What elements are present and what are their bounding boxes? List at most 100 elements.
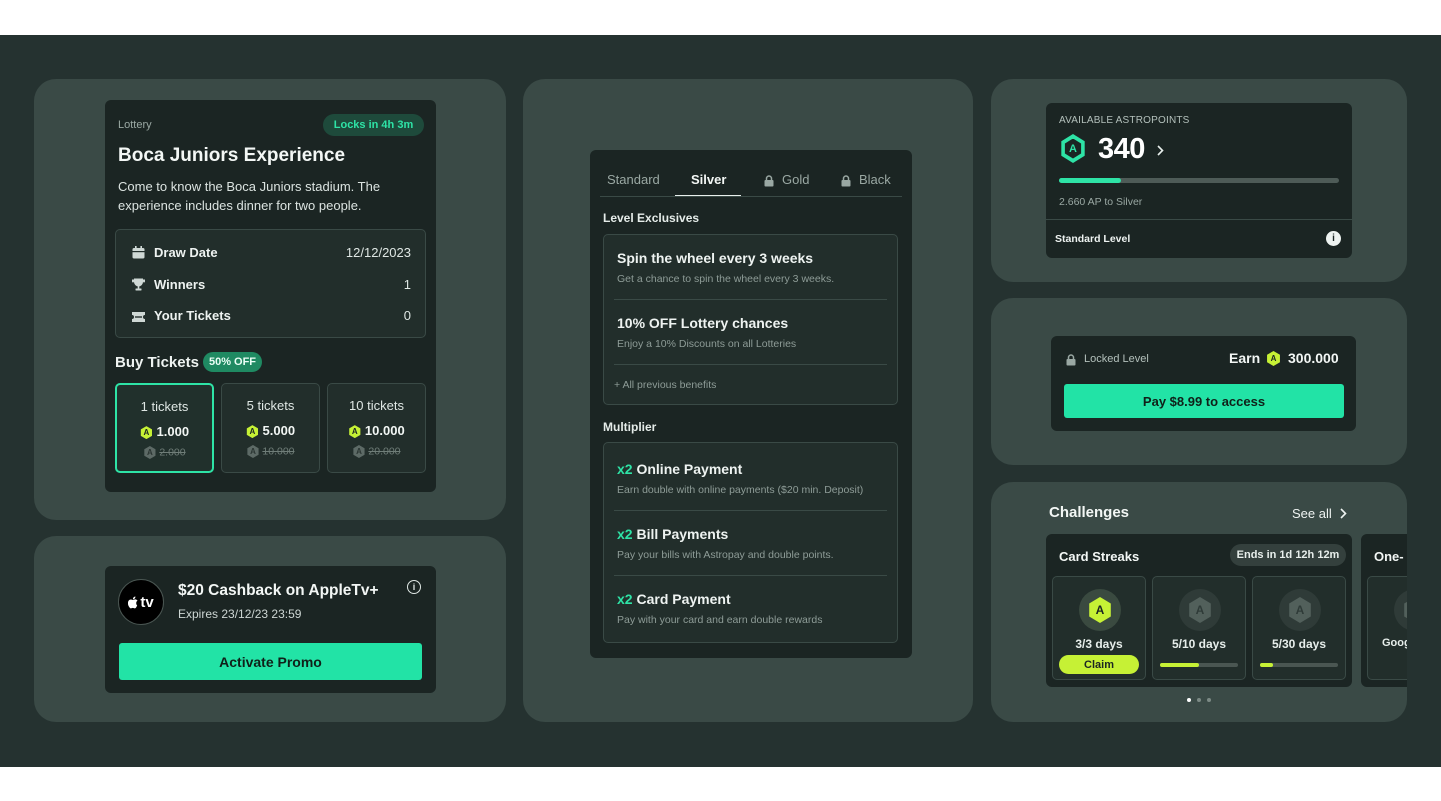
card-streaks-title: Card Streaks — [1059, 549, 1140, 564]
lock-icon — [841, 174, 851, 192]
multiplier-item: x2 Online Payment — [617, 461, 742, 477]
ticket-price: A 5.000 — [222, 423, 319, 439]
chevron-right-icon[interactable] — [1157, 143, 1164, 161]
streak-days: 3/3 days — [1075, 637, 1123, 651]
streak-progress-track — [1160, 663, 1238, 667]
ticket-old-price-value: 10.000 — [262, 445, 295, 458]
ticket-options: 1 tickets A 1.000 A 2.000 5 tickets A 5.… — [115, 383, 426, 473]
ends-badge: Ends in 1d 12h 12m — [1230, 544, 1346, 566]
promo-expiry: Expires 23/12/23 23:59 — [178, 607, 302, 621]
pagination-dot-active[interactable] — [1187, 698, 1191, 702]
streak-item[interactable]: A 5/30 days — [1252, 576, 1346, 680]
pay-access-button[interactable]: Pay $8.99 to access — [1064, 384, 1344, 418]
appletv-logo: tv — [118, 579, 164, 625]
points-label: AVAILABLE ASTROPOINTS — [1059, 115, 1190, 126]
detail-label-winners: Winners — [154, 277, 206, 292]
tab-black[interactable]: Black — [859, 172, 891, 187]
multiplier-item: x2 Bill Payments — [617, 526, 728, 542]
astropoint-badge-icon: A — [1061, 134, 1085, 163]
trophy-icon — [132, 278, 145, 291]
earn-value: 300.000 — [1288, 350, 1339, 366]
streak-days: 5/10 days — [1171, 637, 1227, 651]
divider — [614, 299, 887, 300]
streak-badge: A — [1279, 589, 1321, 631]
challenges-title: Challenges — [1049, 504, 1130, 521]
see-all-label: See all — [1292, 506, 1332, 521]
streak-item[interactable]: A Goog — [1367, 576, 1407, 680]
ticket-option-5[interactable]: 5 tickets A 5.000 A 10.000 — [221, 383, 320, 473]
ticket-price-value: 1.000 — [156, 424, 190, 439]
astropoint-badge-icon: A — [1289, 597, 1311, 623]
multiplier-item: x2 Card Payment — [617, 591, 731, 607]
canvas: Lottery Locks in 4h 3m Boca Juniors Expe… — [0, 35, 1441, 767]
streak-days: 5/30 days — [1271, 637, 1327, 651]
points-value[interactable]: 340 — [1098, 133, 1145, 166]
pagination-dots — [1187, 698, 1211, 702]
pagination-dot[interactable] — [1207, 698, 1211, 702]
multiplier-item-title: Card Payment — [636, 591, 731, 607]
multiplier-item-subtitle: Pay your bills with Astropay and double … — [617, 549, 834, 561]
ticket-price: A 1.000 — [117, 424, 212, 440]
multiplier-factor: x2 — [617, 526, 633, 542]
lottery-card[interactable]: Lottery Locks in 4h 3m Boca Juniors Expe… — [105, 100, 436, 492]
tab-standard[interactable]: Standard — [607, 172, 660, 187]
astropoint-icon: A — [140, 426, 152, 440]
benefit-subtitle: Enjoy a 10% Discounts on all Lotteries — [617, 338, 797, 350]
astropoint-icon: A — [349, 425, 361, 439]
detail-value-winners: 1 — [403, 277, 411, 292]
lock-badge: Locks in 4h 3m — [323, 114, 424, 136]
info-icon[interactable]: i — [1326, 231, 1341, 246]
points-panel: AVAILABLE ASTROPOINTS A 340 2.660 AP to … — [991, 79, 1407, 282]
claim-button[interactable]: Claim — [1059, 655, 1139, 674]
lottery-category: Lottery — [118, 119, 152, 131]
streak-badge: A — [1179, 589, 1221, 631]
tab-silver[interactable]: Silver — [691, 172, 726, 187]
multiplier-item-title: Online Payment — [636, 461, 743, 477]
see-all-link[interactable]: See all — [1292, 506, 1347, 521]
multiplier-item-subtitle: Pay with your card and earn double rewar… — [617, 614, 823, 626]
ticket-option-1[interactable]: 1 tickets A 1.000 A 2.000 — [115, 383, 214, 473]
card-streaks[interactable]: Card Streaks Ends in 1d 12h 12m A 3/3 da… — [1046, 534, 1352, 687]
multiplier-item-title: Bill Payments — [636, 526, 729, 542]
ticket-option-10[interactable]: 10 tickets A 10.000 A 20.000 — [327, 383, 426, 473]
info-icon[interactable]: i — [407, 580, 421, 594]
lottery-description: Come to know the Boca Juniors stadium. T… — [118, 179, 381, 213]
multiplier-title: Multiplier — [603, 420, 657, 434]
astropoint-badge-icon: A — [1404, 597, 1407, 623]
streak-item[interactable]: A 3/3 days Claim — [1052, 576, 1146, 680]
calendar-icon — [132, 246, 145, 259]
level-exclusives-title: Level Exclusives — [603, 211, 700, 225]
points-to-next: 2.660 AP to Silver — [1059, 196, 1143, 208]
discount-badge: 50% OFF — [203, 352, 262, 372]
ticket-old-price: A 2.000 — [117, 446, 212, 459]
astropoint-icon: A — [246, 425, 258, 439]
level-name: Standard Level — [1055, 233, 1131, 245]
lottery-panel: Lottery Locks in 4h 3m Boca Juniors Expe… — [34, 79, 506, 520]
previous-benefits: + All previous benefits — [614, 379, 717, 391]
multiplier-factor: x2 — [617, 591, 633, 607]
detail-value-your-tickets: 0 — [403, 308, 411, 323]
tab-gold[interactable]: Gold — [782, 172, 809, 187]
ticket-old-price-value: 2.000 — [159, 446, 186, 459]
divider — [614, 364, 887, 365]
activate-promo-button[interactable]: Activate Promo — [119, 643, 422, 680]
next-challenge-card[interactable]: One- A Goog — [1361, 534, 1407, 687]
exclusives-box: Spin the wheel every 3 weeks Get a chanc… — [603, 234, 898, 405]
detail-label-draw-date: Draw Date — [154, 245, 218, 260]
lottery-details: Draw Date 12/12/2023 Winners 1 Your Tick… — [115, 229, 426, 338]
ticket-icon — [131, 310, 146, 322]
chevron-right-icon — [1340, 508, 1347, 519]
promo-title: $20 Cashback on AppleTv+ — [178, 582, 379, 599]
divider — [614, 510, 887, 511]
streak-progress-track — [1260, 663, 1338, 667]
streak-item[interactable]: A 5/10 days — [1152, 576, 1246, 680]
points-progress-track — [1059, 178, 1339, 183]
pagination-dot[interactable] — [1197, 698, 1201, 702]
divider — [614, 575, 887, 576]
lock-icon — [764, 174, 774, 192]
next-challenge-title: One- — [1374, 549, 1404, 564]
ticket-price-value: 10.000 — [364, 423, 405, 438]
levels-card: Standard Silver Gold Black Level Exclusi… — [590, 150, 912, 658]
promo-panel: tv $20 Cashback on AppleTv+ Expires 23/1… — [34, 536, 506, 722]
ticket-label: 1 tickets — [140, 399, 189, 414]
